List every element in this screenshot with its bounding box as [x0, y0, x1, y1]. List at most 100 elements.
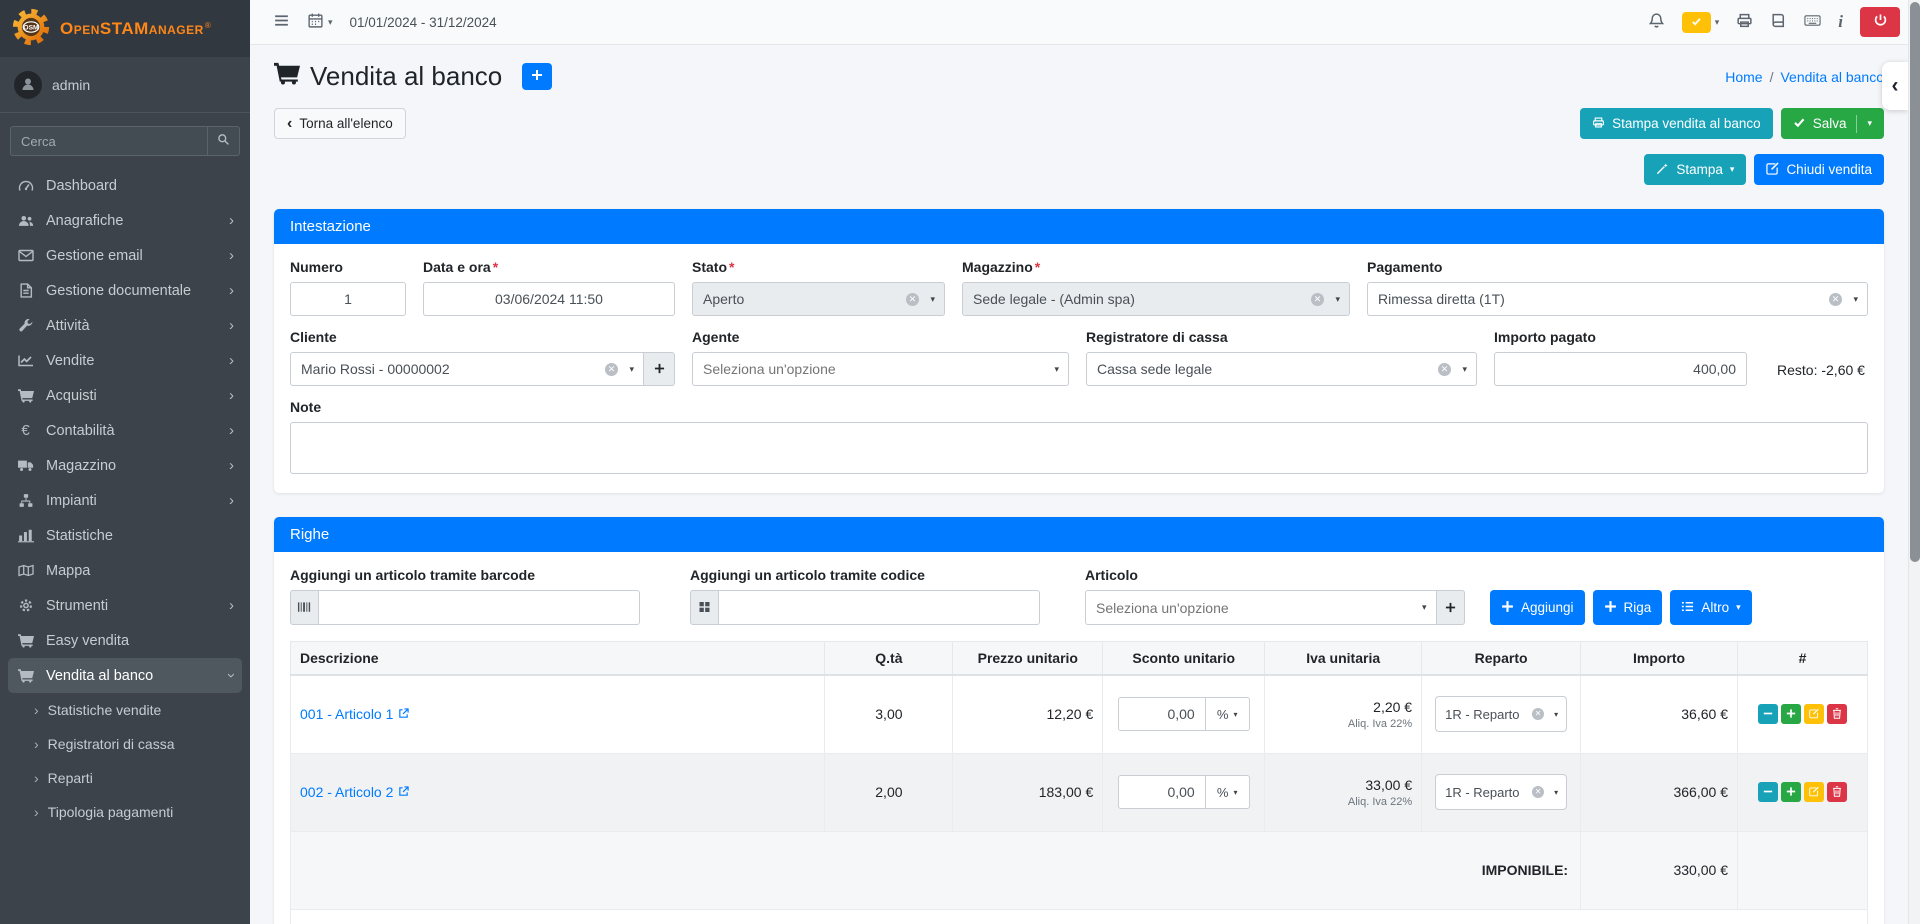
clear-icon[interactable]: ✕ — [1532, 786, 1544, 798]
sidebar-item-vendite[interactable]: Vendite› — [8, 343, 242, 378]
row-decrease-button[interactable] — [1758, 704, 1778, 724]
sidebar-item-contabilita[interactable]: €Contabilità› — [8, 413, 242, 448]
info-button[interactable]: i — [1838, 12, 1843, 32]
clear-icon[interactable]: ✕ — [605, 363, 618, 376]
importo-pagato-input[interactable] — [1494, 352, 1747, 386]
reparto-select[interactable]: 1R - Reparto 1... ✕ ▾ — [1435, 696, 1567, 732]
plus-icon — [654, 361, 665, 377]
clear-icon[interactable]: ✕ — [1532, 708, 1544, 720]
sidebar-subitem-tipologia-pagamenti[interactable]: ›Tipologia pagamenti — [8, 795, 242, 829]
sidebar-item-dashboard[interactable]: Dashboard — [8, 168, 242, 203]
sidebar-subitem-reparti[interactable]: ›Reparti — [8, 761, 242, 795]
add-cliente-button[interactable] — [644, 352, 675, 386]
back-to-list-button[interactable]: ‹ Torna all'elenco — [274, 108, 406, 139]
clear-icon[interactable]: ✕ — [906, 293, 919, 306]
menu-toggle-button[interactable] — [273, 12, 290, 32]
pagamento-select[interactable]: Rimessa diretta (1T) ✕ ▾ — [1367, 282, 1868, 316]
print-dropdown-button[interactable]: Stampa ▾ — [1644, 154, 1746, 185]
sidebar-item-acquisti[interactable]: Acquisti› — [8, 378, 242, 413]
sidebar-item-strumenti[interactable]: Strumenti› — [8, 588, 242, 623]
sconto-unit-select[interactable]: %▾ — [1206, 775, 1250, 809]
row-delete-button[interactable] — [1827, 782, 1847, 802]
sidebar-item-impianti[interactable]: Impianti› — [8, 483, 242, 518]
scrollbar[interactable] — [1908, 0, 1920, 924]
sconto-input[interactable] — [1118, 775, 1206, 809]
logout-button[interactable] — [1860, 7, 1900, 37]
articolo-select[interactable]: Seleziona un'opzione ▾ — [1085, 590, 1437, 625]
barcode-input[interactable] — [318, 590, 640, 625]
sidebar-subitem-label: Statistiche vendite — [48, 702, 162, 718]
save-button[interactable]: Salva ▾ — [1781, 108, 1884, 139]
keyboard-shortcuts-button[interactable] — [1804, 12, 1821, 32]
user-panel[interactable]: admin — [0, 57, 250, 113]
print-sale-button[interactable]: Stampa vendita al banco — [1580, 108, 1773, 139]
close-sale-button[interactable]: Chiudi vendita — [1754, 154, 1884, 185]
registratore-select[interactable]: Cassa sede legale ✕ ▾ — [1086, 352, 1477, 386]
sconto-input[interactable] — [1118, 697, 1206, 731]
article-link[interactable]: 001 - Articolo 1 — [300, 706, 409, 722]
agente-select[interactable]: Seleziona un'opzione ▾ — [692, 352, 1069, 386]
row-increase-button[interactable] — [1781, 704, 1801, 724]
sidebar-item-label: Magazzino — [46, 458, 116, 474]
stato-select[interactable]: Aperto ✕ ▾ — [692, 282, 945, 316]
sidebar-item-magazzino[interactable]: Magazzino› — [8, 448, 242, 483]
sidebar-item-attivita[interactable]: Attività› — [8, 308, 242, 343]
sconto-unit-select[interactable]: %▾ — [1206, 697, 1250, 731]
col-actions: # — [1737, 642, 1867, 676]
altro-button[interactable]: Altro ▾ — [1670, 590, 1751, 625]
search-input[interactable] — [10, 126, 207, 156]
clear-icon[interactable]: ✕ — [1438, 363, 1451, 376]
numero-input[interactable] — [290, 282, 406, 316]
reparto-select[interactable]: 1R - Reparto 1... ✕ ▾ — [1435, 774, 1567, 810]
article-link[interactable]: 002 - Articolo 2 — [300, 784, 409, 800]
period-picker-button[interactable]: ▾ — [307, 12, 333, 32]
new-sale-button[interactable] — [522, 63, 552, 90]
plus-icon — [1501, 600, 1514, 616]
magazzino-select[interactable]: Sede legale - (Admin spa) ✕ ▾ — [962, 282, 1350, 316]
caret-down-icon: ▾ — [1554, 788, 1558, 797]
sidebar-item-statistiche[interactable]: Statistiche — [8, 518, 242, 553]
scrollbar-thumb[interactable] — [1910, 2, 1920, 562]
sidebar-subitem-registratori-di-cassa[interactable]: ›Registratori di cassa — [8, 727, 242, 761]
table-row: 002 - Articolo 2 2,00 183,00 € %▾ — [291, 753, 1868, 831]
sidebar-item-mappa[interactable]: Mappa — [8, 553, 242, 588]
sidebar-subitem-statistiche-vendite[interactable]: ›Statistiche vendite — [8, 693, 242, 727]
minus-icon — [1763, 707, 1773, 722]
row-edit-button[interactable] — [1804, 704, 1824, 724]
add-articolo-button[interactable] — [1437, 590, 1466, 625]
clear-icon[interactable]: ✕ — [1829, 293, 1842, 306]
date-range[interactable]: 01/01/2024 - 31/12/2024 — [350, 15, 497, 30]
data-ora-input[interactable] — [423, 282, 675, 316]
breadcrumb-home-link[interactable]: Home — [1725, 69, 1762, 85]
check-icon — [1691, 14, 1702, 30]
search-button[interactable] — [207, 126, 240, 156]
sidebar-item-anagrafiche[interactable]: Anagrafiche› — [8, 203, 242, 238]
tasks-dropdown-button[interactable]: ▾ — [1682, 12, 1720, 33]
col-sconto: Sconto unitario — [1103, 642, 1265, 676]
iva-value: 2,20 € — [1274, 699, 1412, 715]
cliente-select[interactable]: Mario Rossi - 00000002 ✕ ▾ — [290, 352, 644, 386]
codice-input[interactable] — [718, 590, 1040, 625]
app-logo[interactable]: OSM OpenSTAManager® — [0, 0, 250, 57]
breadcrumb-current[interactable]: Vendita al banco — [1780, 69, 1884, 85]
aggiungi-button[interactable]: Aggiungi — [1490, 590, 1585, 625]
row-increase-button[interactable] — [1781, 782, 1801, 802]
clear-icon[interactable]: ✕ — [1311, 293, 1324, 306]
notifications-button[interactable] — [1648, 12, 1665, 32]
print-shortcut-button[interactable] — [1736, 12, 1753, 32]
row-delete-button[interactable] — [1827, 704, 1847, 724]
caret-down-icon: ▾ — [1736, 602, 1741, 613]
chevron-left-icon: ‹ — [287, 116, 292, 132]
sidebar-item-gestione-email[interactable]: Gestione email› — [8, 238, 242, 273]
note-textarea[interactable] — [290, 422, 1868, 474]
riga-button[interactable]: Riga — [1593, 590, 1663, 625]
sidebar: OSM OpenSTAManager® admin DashboardAnagr… — [0, 0, 250, 924]
row-edit-button[interactable] — [1804, 782, 1824, 802]
sidebar-item-gestione-documentale[interactable]: Gestione documentale› — [8, 273, 242, 308]
sidebar-item-easy-vendita[interactable]: Easy vendita — [8, 623, 242, 658]
collapse-panel-button[interactable]: ‹ — [1882, 62, 1908, 110]
row-decrease-button[interactable] — [1758, 782, 1778, 802]
caret-down-icon: ▾ — [1867, 118, 1872, 129]
docs-button[interactable] — [1770, 12, 1787, 32]
sidebar-item-vendita-al-banco[interactable]: Vendita al banco› — [8, 658, 242, 693]
